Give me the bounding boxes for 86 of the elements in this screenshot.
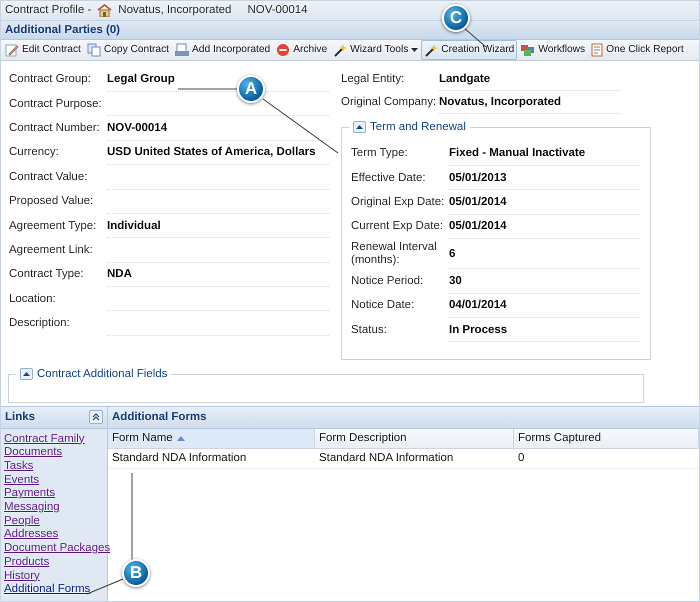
chevrons-up-icon [92,413,100,422]
toolbar-button[interactable]: Copy Contract [84,40,172,60]
sidebar-link[interactable]: Events [4,474,40,488]
leader-line [178,88,238,90]
field-label: Contract Purpose: [9,98,103,111]
sidebar-link[interactable]: Document Packages [4,542,110,556]
collapse-button[interactable] [20,368,33,380]
field-label: Contract Type: [9,268,85,282]
house-icon [97,4,112,17]
sidebar-link[interactable]: History [4,570,40,584]
sidebar-link[interactable]: Messaging [4,501,60,515]
toolbar-button[interactable]: Wizard Tools [330,40,422,60]
field-value: Landgate [439,68,621,91]
toolbar-button[interactable]: Workflows [517,40,588,60]
field-value: USD United States of America, Dollars [107,140,329,166]
field-value: In Process [449,318,640,342]
field-label: Agreement Type: [9,220,98,233]
field-value: 05/01/2014 [449,214,640,240]
stop-icon [276,42,290,57]
table-cell: 0 [514,448,699,469]
callout-badge: A [237,75,265,103]
toolbar-button[interactable]: Add Incorporated [172,40,274,60]
field-label: Term Type: [351,147,409,160]
field-label: Description: [9,317,71,330]
sidebar-link[interactable]: Tasks [4,460,34,474]
triangle-up-icon [23,372,30,376]
table-cell: Standard NDA Information [315,448,514,469]
field-value: 05/01/2013 [449,166,640,190]
contract-id: NOV-00014 [247,4,308,16]
field-value: 04/01/2014 [449,294,640,318]
field-label: Effective Date: [351,172,427,185]
section-title: Term and Renewal [370,120,466,133]
field-label: Notice Date: [351,299,416,312]
field-label: Status: [351,324,388,337]
triangle-up-icon [356,124,363,129]
field-value: 6 [449,239,640,270]
sidebar-link[interactable]: Additional Forms [4,583,90,597]
links-title: Links [5,411,36,424]
column-header[interactable]: Form Description [315,428,514,449]
field-label: Location: [9,292,57,306]
field-label: Notice Period: [351,274,424,288]
collapse-button[interactable] [89,410,103,424]
section-title: Contract Additional Fields [37,368,168,380]
page-title: Contract Profile - [5,4,92,16]
sidebar-link[interactable]: Documents [4,446,62,460]
field-label: Proposed Value: [9,195,94,208]
toolbar-button[interactable]: Creation Wizard [421,40,518,60]
callout-badge: B [122,559,150,587]
column-header[interactable]: Forms Captured [514,428,699,449]
column-header[interactable]: Form Name [108,428,315,449]
sidebar-link[interactable]: Products [4,556,50,570]
collapse-button[interactable] [353,120,366,133]
toolbar-button[interactable]: Edit Contract [2,40,84,60]
field-value: Fixed - Manual Inactivate [449,142,640,166]
table-cell: Standard NDA Information [108,448,315,469]
field-label: Renewal Interval (months): [351,241,438,268]
field-label: Currency: [9,146,60,160]
field-value: 30 [449,269,640,294]
field-label: Agreement Link: [9,244,94,257]
company-name: Novatus, Incorporated [118,4,232,16]
field-label: Contract Value: [9,170,88,184]
field-label: Original Exp Date: [351,196,446,210]
field-value: NDA [107,262,329,288]
report-icon [591,42,604,57]
wand-icon [424,42,438,57]
field-value: NOV-00014 [107,116,329,141]
field-value: Individual [107,214,329,238]
wand-icon [333,42,348,57]
sidebar-link[interactable]: Contract Family [4,432,85,446]
field-value: 05/01/2014 [449,190,640,215]
forms-title: Additional Forms [112,411,207,424]
toolbar-button[interactable]: One Click Report [588,40,687,60]
field-label: Contract Group: [9,73,92,86]
additional-parties-title: Additional Parties (0) [5,24,120,36]
field-label: Contract Number: [9,122,101,136]
field-label: Current Exp Date: [351,220,444,234]
pencil-icon [5,42,19,57]
field-label: Legal Entity: [341,72,406,86]
field-value: Novatus, Incorporated [439,90,621,114]
field-label: Original Company: [341,96,438,109]
sidebar-link[interactable]: Payments [4,487,56,502]
toolbar-button[interactable]: Archive [273,40,330,60]
sidebar-link[interactable]: Addresses [4,528,58,542]
sidebar-link[interactable]: People [4,514,40,528]
cubes-icon [520,42,536,57]
copy-icon [86,42,101,57]
